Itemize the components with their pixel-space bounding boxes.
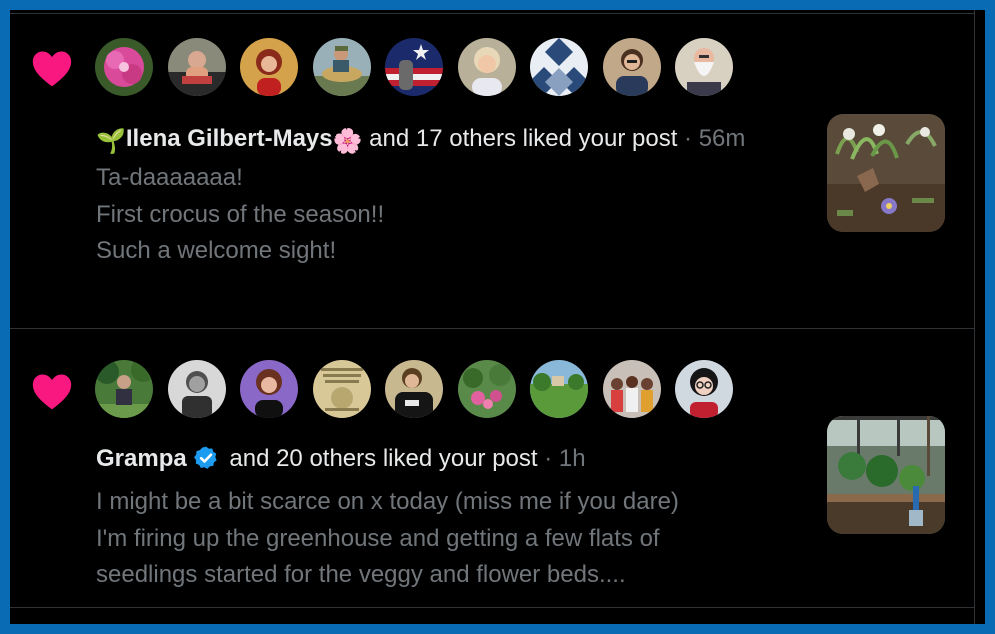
avatar[interactable] <box>167 360 226 418</box>
avatar[interactable] <box>167 38 226 96</box>
cherry-blossom-icon: 🌸 <box>332 128 363 155</box>
separator: · <box>537 445 559 472</box>
avatar[interactable] <box>530 360 588 418</box>
avatar[interactable] <box>240 38 298 96</box>
avatar[interactable] <box>95 360 153 418</box>
avatar[interactable] <box>675 360 733 418</box>
like-notification[interactable]: Grampa and 20 others liked your post · 1… <box>10 329 974 608</box>
headline: Grampa and 20 others liked your post · 1… <box>96 441 796 476</box>
column-border <box>974 10 975 624</box>
heart-icon <box>32 374 72 410</box>
action-text: and 17 others liked your post <box>362 125 678 152</box>
avatar[interactable] <box>675 38 733 96</box>
post-thumbnail[interactable] <box>827 416 945 534</box>
avatar[interactable] <box>385 38 443 96</box>
preview-line: seedlings started for the veggy and flow… <box>96 561 626 588</box>
user-name[interactable]: Ilena Gilbert-Mays <box>126 125 333 152</box>
notification-text: Grampa and 20 others liked your post · 1… <box>96 441 796 594</box>
like-notification[interactable]: 🌱Ilena Gilbert-Mays🌸 and 17 others liked… <box>10 14 974 329</box>
action-text: and 20 others liked your post <box>222 445 538 472</box>
post-preview: I might be a bit scarce on x today (miss… <box>96 484 796 594</box>
notification-text: 🌱Ilena Gilbert-Mays🌸 and 17 others liked… <box>96 121 796 270</box>
post-preview: Ta-daaaaaaa! First crocus of the season!… <box>96 160 796 270</box>
avatar[interactable] <box>457 360 516 418</box>
preview-line: I might be a bit scarce on x today (miss… <box>96 488 679 515</box>
avatar[interactable] <box>240 360 298 418</box>
seedling-icon: 🌱 <box>96 128 126 155</box>
notifications-frame: 🌱Ilena Gilbert-Mays🌸 and 17 others liked… <box>10 10 985 624</box>
timestamp[interactable]: 56m <box>699 125 746 152</box>
preview-line: First crocus of the season!! <box>96 200 385 228</box>
avatar[interactable] <box>457 38 516 96</box>
preview-line: Such a welcome sight! <box>96 237 337 264</box>
avatar[interactable] <box>312 38 371 96</box>
avatar[interactable] <box>312 360 371 418</box>
verified-badge-icon <box>193 446 217 469</box>
preview-line: I'm firing up the greenhouse and getting… <box>96 524 660 552</box>
avatar[interactable] <box>95 38 153 96</box>
avatar[interactable] <box>602 360 661 418</box>
heart-icon <box>32 51 72 87</box>
headline: 🌱Ilena Gilbert-Mays🌸 and 17 others liked… <box>96 121 796 159</box>
separator: · <box>677 125 699 152</box>
preview-line: Ta-daaaaaaa! <box>96 164 243 191</box>
avatar[interactable] <box>602 38 661 96</box>
avatar[interactable] <box>530 38 588 96</box>
user-name[interactable]: Grampa <box>96 445 187 472</box>
liker-avatars <box>95 360 748 418</box>
avatar[interactable] <box>385 360 443 418</box>
timestamp[interactable]: 1h <box>559 445 586 472</box>
liker-avatars <box>95 38 748 96</box>
post-thumbnail[interactable] <box>827 114 945 232</box>
